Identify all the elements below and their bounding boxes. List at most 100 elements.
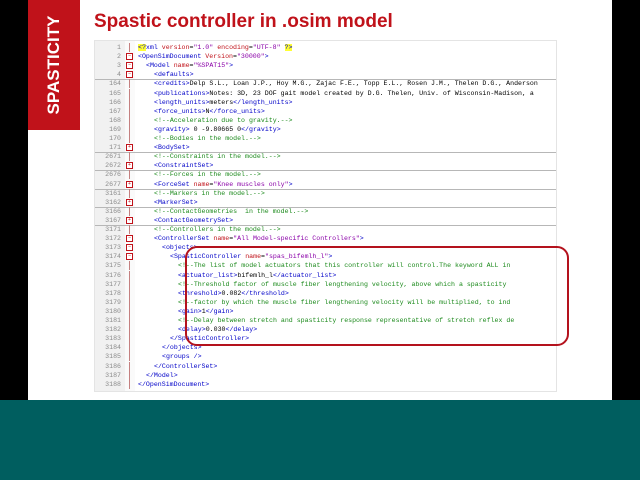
line-number: 3171: [105, 226, 121, 233]
fold-guide: [129, 325, 130, 335]
fold-guide: [129, 352, 130, 362]
footer-band: [0, 400, 640, 480]
code-line[interactable]: 170 <!--Bodies in the model.-->: [95, 134, 556, 143]
code-text: <!--ContactGeometries in the model.-->: [154, 207, 309, 215]
code-line[interactable]: 3161 <!--Markers in the model.-->: [95, 188, 556, 198]
code-line[interactable]: 168 <!--Acceleration due to gravity.-->: [95, 115, 556, 125]
line-number: 170: [109, 135, 121, 142]
code-line[interactable]: 2676 <!--Forces in the model.-->: [95, 170, 556, 180]
line-number: 2676: [105, 171, 121, 179]
code-line[interactable]: 3185 <groups />: [95, 352, 556, 362]
code-text: <MarkerSet>: [154, 198, 198, 206]
code-line[interactable]: 167 <force_units>N</force_units>: [95, 106, 556, 116]
code-line[interactable]: 165 <publications>Notes: 3D, 23 DOF gait …: [95, 88, 556, 98]
code-text: <defaults>: [154, 71, 194, 79]
fold-guide: [129, 79, 130, 89]
line-number: 2677: [105, 180, 121, 188]
fold-guide: [129, 225, 130, 234]
fold-expand-icon[interactable]: +: [126, 216, 133, 224]
fold-collapse-icon[interactable]: −: [126, 253, 133, 261]
fold-expand-icon[interactable]: +: [126, 198, 133, 206]
code-text: <groups />: [162, 353, 202, 361]
fold-guide: [129, 124, 130, 134]
line-number: 171: [109, 144, 121, 152]
line-number: 166: [109, 98, 121, 106]
code-text: <ControllerSet name="All Model-specific …: [154, 235, 364, 243]
code-text: <Model name="%SPAT15">: [146, 62, 234, 70]
line-number: 2672: [105, 162, 121, 170]
code-text: <!--Controllers in the model.-->: [154, 226, 281, 233]
line-number: 3183: [105, 335, 121, 343]
fold-collapse-icon[interactable]: −: [126, 235, 133, 243]
fold-guide: [129, 316, 130, 325]
code-line[interactable]: 3187 </Model>: [95, 370, 556, 380]
code-text: <ForceSet name="Knee muscles only">: [154, 180, 293, 188]
code-line[interactable]: 3186 </ControllerSet>: [95, 361, 556, 371]
line-number: 3: [117, 62, 121, 70]
fold-expand-icon[interactable]: +: [126, 180, 133, 188]
code-text: </Model>: [146, 371, 178, 379]
code-text: <publications>Notes: 3D, 23 DOF gait mod…: [154, 89, 534, 97]
fold-guide: [129, 370, 130, 380]
line-number: 3180: [105, 307, 121, 315]
line-number: 3185: [105, 353, 121, 361]
code-text: <credits>Delp S.L., Loan J.P., Hoy M.G.,…: [154, 80, 538, 88]
line-number: 3166: [105, 207, 121, 215]
line-number: 3162: [105, 198, 121, 206]
line-number: 169: [109, 125, 121, 133]
fold-expand-icon[interactable]: +: [126, 144, 133, 152]
code-text: <!--Markers in the model.-->: [154, 189, 265, 197]
fold-guide: [129, 106, 130, 116]
line-number: 3167: [105, 216, 121, 224]
code-line[interactable]: 3172− <ControllerSet name="All Model-spec…: [95, 234, 556, 243]
fold-guide: [129, 115, 130, 125]
slide-title: Spastic controller in .osim model: [94, 11, 393, 32]
code-text: <OpenSimDocument Version="30000">: [138, 53, 269, 61]
line-number: 1: [117, 44, 121, 51]
fold-guide: [129, 134, 130, 143]
fold-guide: [129, 379, 130, 389]
fold-guide: [129, 270, 130, 280]
code-text: <!--Constraints in the model.-->: [154, 153, 281, 161]
line-number: 165: [109, 89, 121, 97]
line-number: 3176: [105, 271, 121, 279]
code-line[interactable]: 1 <?xml version="1.0" encoding="UTF-8" ?>: [95, 43, 556, 52]
fold-guide: [129, 279, 130, 289]
code-line[interactable]: 3− <Model name="%SPAT15">: [95, 61, 556, 70]
fold-guide: [129, 261, 130, 271]
fold-guide: [129, 306, 130, 316]
code-line[interactable]: 166 <length_units>meters</length_units>: [95, 97, 556, 107]
line-number: 3179: [105, 298, 121, 306]
fold-guide: [129, 43, 130, 52]
code-line[interactable]: 3188 </OpenSimDocument>: [95, 379, 556, 389]
fold-collapse-icon[interactable]: −: [126, 244, 133, 252]
code-line[interactable]: 3166 <!--ContactGeometries in the model.-…: [95, 206, 556, 216]
code-line[interactable]: 164 <credits>Delp S.L., Loan J.P., Hoy M.…: [95, 79, 556, 89]
line-number: 4: [117, 71, 121, 79]
fold-expand-icon[interactable]: +: [126, 162, 133, 170]
code-text: <ConstraintSet>: [154, 162, 214, 170]
line-number: 168: [109, 116, 121, 124]
line-number: 3186: [105, 362, 121, 370]
fold-collapse-icon[interactable]: −: [126, 62, 133, 70]
spastic-controller-highlight: [185, 246, 569, 346]
line-number: 3182: [105, 326, 121, 334]
code-line[interactable]: 2671 <!--Constraints in the model.-->: [95, 152, 556, 162]
fold-collapse-icon[interactable]: −: [126, 53, 133, 61]
code-line[interactable]: 2− <OpenSimDocument Version="30000">: [95, 52, 556, 61]
fold-collapse-icon[interactable]: −: [126, 71, 133, 79]
code-line[interactable]: 169 <gravity> 0 -9.80665 0</gravity>: [95, 124, 556, 134]
code-text: <ContactGeometrySet>: [154, 216, 234, 224]
fold-guide: [129, 88, 130, 98]
line-number: 3187: [105, 371, 121, 379]
fold-guide: [129, 97, 130, 107]
line-number: 3188: [105, 380, 121, 388]
line-number: 3181: [105, 317, 121, 324]
code-line[interactable]: 3171 <!--Controllers in the model.-->: [95, 225, 556, 234]
fold-guide: [129, 343, 130, 353]
code-text: </ControllerSet>: [154, 362, 218, 370]
code-text: <force_units>N</force_units>: [154, 107, 265, 115]
line-number: 3177: [105, 280, 121, 288]
section-label: SPASTICITY: [44, 15, 63, 115]
line-number: 3173: [105, 244, 121, 252]
